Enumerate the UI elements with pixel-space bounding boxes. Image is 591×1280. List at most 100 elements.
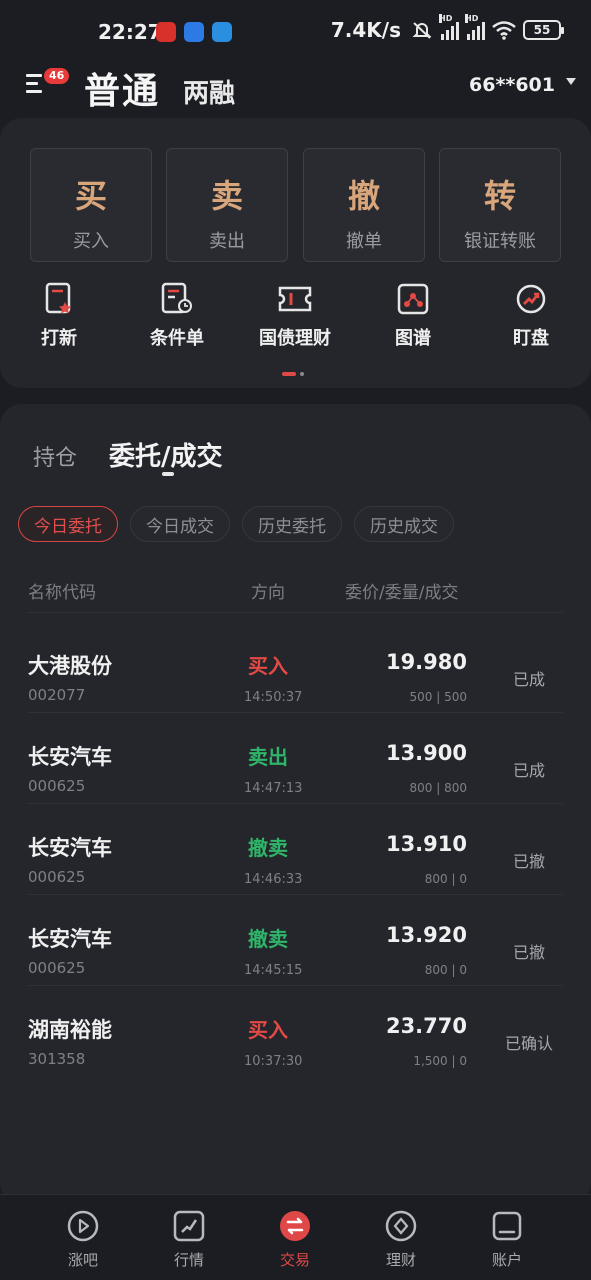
account-selector[interactable]: 66**601 [469, 74, 555, 96]
new-share-icon [45, 282, 71, 314]
stock-name: 长安汽车 [28, 745, 112, 769]
page-indicator [282, 372, 304, 376]
orders-card: 持仓 委托/成交 今日委托 今日成交 历史委托 历史成交 名称代码 方向 委价/… [0, 404, 591, 1204]
tool-bond-finance[interactable]: 国债理财 [240, 282, 350, 350]
tab-margin[interactable]: 两融 [183, 73, 235, 110]
column-header-price: 委价/委量/成交 [345, 583, 459, 603]
mute-bell-icon [412, 22, 432, 39]
sell-button[interactable]: 卖 卖出 [166, 148, 288, 262]
order-quantity: 500 | 500 [409, 690, 467, 704]
tool-chart-map[interactable]: 图谱 [358, 282, 468, 350]
exchange-icon [280, 1211, 310, 1241]
order-direction: 卖出 [248, 745, 288, 769]
filter-today-orders[interactable]: 今日委托 [18, 506, 118, 542]
order-time: 14:46:33 [244, 872, 303, 887]
stock-code: 000625 [28, 868, 86, 886]
order-status: 已撤 [512, 943, 545, 962]
column-header-direction: 方向 [251, 583, 285, 603]
wifi-icon [492, 21, 516, 40]
bottom-navigation: 涨吧 行情 交易 理财 账户 [0, 1194, 591, 1280]
paw-app-icon [184, 22, 204, 42]
chart-map-icon [397, 283, 429, 315]
order-price: 13.920 [385, 923, 467, 947]
order-direction: 撤卖 [248, 927, 288, 951]
conditional-order-icon [161, 282, 192, 314]
order-direction: 买入 [248, 654, 288, 678]
header-divider [28, 612, 563, 613]
order-filter-chips: 今日委托 今日成交 历史委托 历史成交 [18, 506, 454, 542]
nav-account[interactable]: 账户 [467, 1209, 547, 1270]
order-quantity: 800 | 800 [409, 781, 467, 795]
top-header: 46 普通 两融 66**601 [0, 62, 591, 114]
app-notification-icon [156, 22, 176, 42]
order-time: 14:45:15 [244, 963, 303, 978]
stock-name: 大港股份 [28, 654, 112, 678]
order-price: 23.770 [385, 1014, 467, 1038]
order-direction: 买入 [248, 1018, 288, 1042]
wallet-icon [492, 1211, 522, 1241]
table-row[interactable]: 长安汽车 000625 撤卖 14:45:15 13.920 800 | 0 已… [0, 895, 591, 986]
buy-button[interactable]: 买 买入 [30, 148, 152, 262]
segment-underline [162, 472, 174, 476]
filter-history-trades[interactable]: 历史成交 [354, 506, 454, 542]
cancel-order-button[interactable]: 撤 撤单 [303, 148, 425, 262]
order-time: 14:47:13 [244, 781, 303, 796]
network-speed: 7.4K/s [330, 18, 401, 42]
table-row[interactable]: 长安汽车 000625 撤卖 14:46:33 13.910 800 | 0 已… [0, 804, 591, 895]
filter-history-orders[interactable]: 历史委托 [242, 506, 342, 542]
segment-orders[interactable]: 委托/成交 [109, 436, 223, 473]
trend-chart-icon [173, 1210, 205, 1242]
notification-icons [156, 22, 232, 42]
nav-market[interactable]: 行情 [149, 1209, 229, 1270]
nav-wealth[interactable]: 理财 [361, 1209, 441, 1270]
order-quantity: 800 | 0 [424, 872, 467, 886]
order-status: 已成 [512, 761, 545, 780]
bond-ticket-icon [278, 286, 312, 312]
tab-normal[interactable]: 普通 [84, 62, 160, 114]
table-row[interactable]: 湖南裕能 301358 买入 10:37:30 23.770 1,500 | 0… [0, 986, 591, 1077]
stock-name: 长安汽车 [28, 836, 112, 860]
order-quantity: 1,500 | 0 [413, 1054, 467, 1068]
signal-icon: HD [439, 14, 459, 40]
stock-name: 湖南裕能 [28, 1018, 112, 1042]
tool-conditional-order[interactable]: 条件单 [122, 282, 232, 350]
order-price: 19.980 [385, 650, 467, 674]
order-quantity: 800 | 0 [424, 963, 467, 977]
battery-icon: 55 [523, 20, 564, 40]
stock-code: 000625 [28, 959, 86, 977]
stock-code: 301358 [28, 1050, 86, 1068]
trade-actions-card: 买 买入 卖 卖出 撤 撤单 转 银证转账 打新 条件单 国债理财 图谱 盯盘 [0, 118, 591, 388]
table-row[interactable]: 长安汽车 000625 卖出 14:47:13 13.900 800 | 800… [0, 713, 591, 804]
segment-holdings[interactable]: 持仓 [33, 440, 77, 472]
order-status: 已成 [512, 670, 545, 689]
page-dot [300, 372, 304, 376]
column-header-name: 名称代码 [28, 583, 96, 603]
tool-new-share[interactable]: 打新 [4, 282, 114, 350]
stock-code: 002077 [28, 686, 86, 704]
order-time: 14:50:37 [244, 690, 303, 705]
cloud-app-icon [212, 22, 232, 42]
filter-today-trades[interactable]: 今日成交 [130, 506, 230, 542]
status-bar: 22:27 7.4K/s HD HD 55 [0, 0, 591, 62]
diamond-coin-icon [385, 1210, 417, 1242]
order-price: 13.900 [385, 741, 467, 765]
watch-gauge-icon [516, 284, 546, 314]
order-status: 已确认 [504, 1034, 553, 1053]
message-badge: 46 [44, 68, 70, 84]
signal-icon-2: HD [465, 14, 485, 40]
play-bubble-icon [67, 1210, 99, 1242]
nav-trade[interactable]: 交易 [255, 1209, 335, 1270]
order-direction: 撤卖 [248, 836, 288, 860]
table-row[interactable]: 大港股份 002077 买入 14:50:37 19.980 500 | 500… [0, 622, 591, 713]
order-time: 10:37:30 [244, 1054, 303, 1069]
caret-down-icon[interactable] [566, 78, 576, 85]
bank-transfer-button[interactable]: 转 银证转账 [439, 148, 561, 262]
status-time: 22:27 [98, 20, 162, 44]
order-price: 13.910 [385, 832, 467, 856]
tool-watch[interactable]: 盯盘 [476, 282, 586, 350]
page-dot-active [282, 372, 296, 376]
order-status: 已撤 [512, 852, 545, 871]
nav-community[interactable]: 涨吧 [43, 1209, 123, 1270]
stock-code: 000625 [28, 777, 86, 795]
stock-name: 长安汽车 [28, 927, 112, 951]
